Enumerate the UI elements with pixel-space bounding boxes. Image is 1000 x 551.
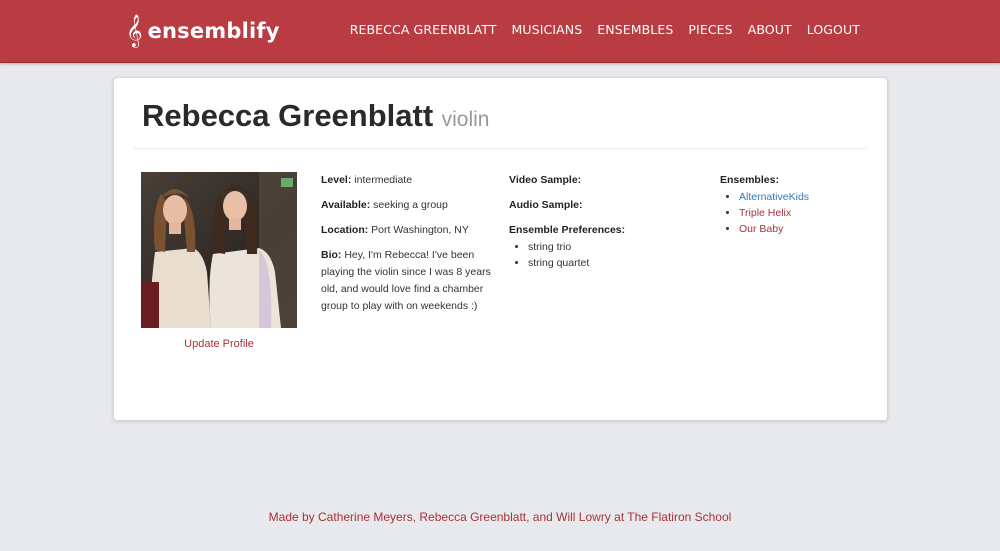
profile-header: Rebecca Greenblatt violin <box>142 98 489 134</box>
ensemble-item: Triple Helix <box>739 205 880 221</box>
media-column: Video Sample: Audio Sample: Ensemble Pre… <box>509 172 679 271</box>
ensembles-column: Ensembles: AlternativeKids Triple Helix … <box>720 172 880 237</box>
location-value: Port Washington, NY <box>371 224 469 236</box>
nav-menu: REBECCA GREENBLATT MUSICIANS ENSEMBLES P… <box>350 22 860 37</box>
profile-instrument: violin <box>441 108 490 131</box>
header-divider <box>134 148 867 149</box>
bio-label: Bio: <box>321 249 342 261</box>
ensemble-link-our-baby[interactable]: Our Baby <box>739 223 783 235</box>
video-sample-row: Video Sample: <box>509 172 679 189</box>
ensembles-label: Ensembles: <box>720 174 779 186</box>
preferences-label: Ensemble Preferences: <box>509 224 626 236</box>
profile-photo <box>141 172 297 328</box>
profile-card: Rebecca Greenblatt violin Update Profile… <box>113 77 888 421</box>
nav-link-logout[interactable]: LOGOUT <box>807 22 860 37</box>
location-label: Location: <box>321 224 369 236</box>
nav-link-ensembles[interactable]: ENSEMBLES <box>597 22 673 37</box>
ensemble-item: Our Baby <box>739 221 880 237</box>
ensembles-list: AlternativeKids Triple Helix Our Baby <box>720 189 880 237</box>
profile-name: Rebecca Greenblatt <box>142 98 434 133</box>
preference-item: string trio <box>528 239 679 255</box>
audio-sample-label: Audio Sample: <box>509 199 583 211</box>
nav-link-musicians[interactable]: MUSICIANS <box>512 22 583 37</box>
audio-sample-row: Audio Sample: <box>509 197 679 214</box>
location-row: Location: Port Washington, NY <box>321 222 491 239</box>
preference-item: string quartet <box>528 255 679 271</box>
nav-link-pieces[interactable]: PIECES <box>688 22 732 37</box>
footer-credits: Made by Catherine Meyers, Rebecca Greenb… <box>268 510 732 524</box>
preferences-section: Ensemble Preferences: string trio string… <box>509 222 679 271</box>
available-label: Available: <box>321 199 371 211</box>
preferences-list: string trio string quartet <box>509 239 679 271</box>
level-label: Level: <box>321 174 352 186</box>
bio-value: Hey, I'm Rebecca! I've been playing the … <box>321 249 491 312</box>
treble-clef-icon: 𝄞 <box>126 14 143 47</box>
brand-name: ensemblify <box>147 19 280 43</box>
nav-link-about[interactable]: ABOUT <box>748 22 792 37</box>
video-sample-label: Video Sample: <box>509 174 582 186</box>
nav-link-profile[interactable]: REBECCA GREENBLATT <box>350 22 497 37</box>
ensemble-link-triple-helix[interactable]: Triple Helix <box>739 207 791 219</box>
bio-row: Bio: Hey, I'm Rebecca! I've been playing… <box>321 247 491 315</box>
profile-details-column: Level: intermediate Available: seeking a… <box>321 172 491 323</box>
brand-logo[interactable]: 𝄞 ensemblify <box>126 16 280 46</box>
update-profile-link[interactable]: Update Profile <box>141 338 297 350</box>
available-row: Available: seeking a group <box>321 197 491 214</box>
available-value: seeking a group <box>373 199 448 211</box>
level-value: intermediate <box>354 174 413 186</box>
ensemble-item: AlternativeKids <box>739 189 880 205</box>
ensemble-link-alternativekids[interactable]: AlternativeKids <box>739 191 809 203</box>
level-row: Level: intermediate <box>321 172 491 189</box>
navbar: 𝄞 ensemblify REBECCA GREENBLATT MUSICIAN… <box>0 0 1000 63</box>
